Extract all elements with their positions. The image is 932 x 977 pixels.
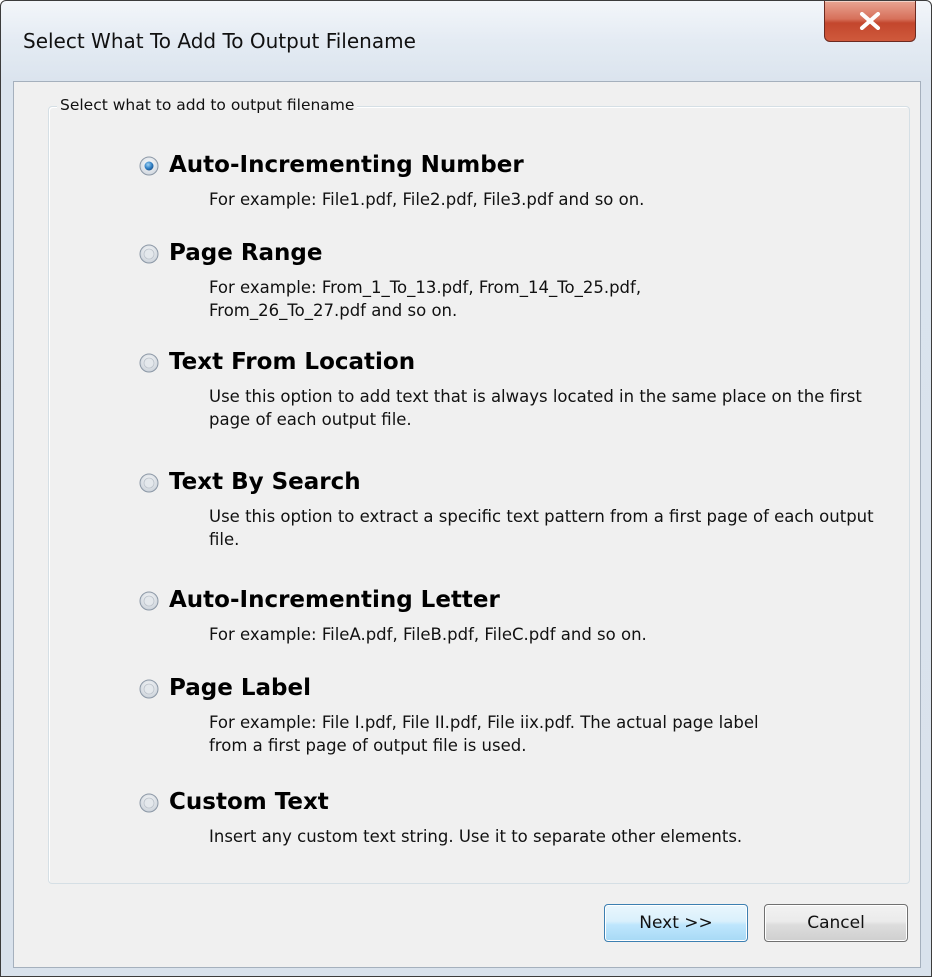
option-title: Text By Search [169,469,361,495]
cancel-button[interactable]: Cancel [764,904,908,942]
option-title: Auto-Incrementing Letter [169,587,500,613]
option-description: Use this option to extract a specific te… [209,507,874,549]
option-description: For example: File I.pdf, File II.pdf, Fi… [209,713,759,755]
options-groupbox: Select what to add to output filename Au… [48,96,910,884]
radio-button-selected[interactable] [139,156,159,176]
radio-button[interactable] [139,679,159,699]
close-icon [860,12,880,30]
radio-button[interactable] [139,473,159,493]
window-title: Select What To Add To Output Filename [23,29,416,53]
radio-button[interactable] [139,244,159,264]
option-title: Text From Location [169,349,416,375]
dialog-client-area: Select what to add to output filename Au… [13,81,921,968]
option-description: For example: FileA.pdf, FileB.pdf, FileC… [209,625,647,644]
option-description: For example: From_1_To_13.pdf, From_14_T… [209,278,642,320]
option-title: Page Range [169,240,323,266]
option-description: Use this option to add text that is alwa… [209,387,862,429]
next-button[interactable]: Next >> [604,904,748,942]
close-button[interactable] [824,1,916,42]
option-description: Insert any custom text string. Use it to… [209,827,743,846]
groupbox-legend: Select what to add to output filename [57,96,358,114]
radio-button[interactable] [139,591,159,611]
option-description: For example: File1.pdf, File2.pdf, File3… [209,190,645,209]
option-title: Custom Text [169,789,329,815]
option-title: Auto-Incrementing Number [169,152,524,178]
radio-button[interactable] [139,793,159,813]
title-bar: Select What To Add To Output Filename [1,1,931,79]
option-title: Page Label [169,675,311,701]
dialog-window: Select What To Add To Output Filename Se… [0,0,932,977]
radio-button[interactable] [139,353,159,373]
